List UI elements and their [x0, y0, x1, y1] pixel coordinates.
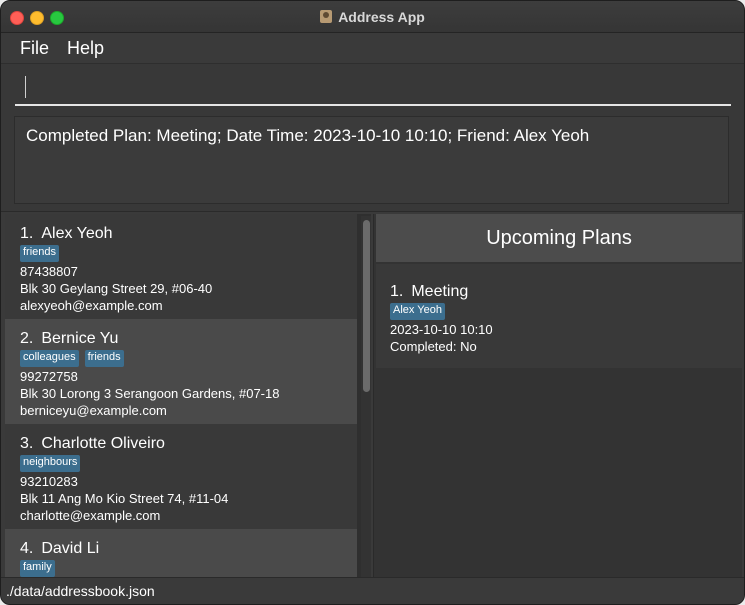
person-name: David Li: [41, 540, 100, 557]
tag-list: family: [20, 560, 342, 577]
tag-list: friends: [20, 245, 342, 262]
person-index: 4.: [20, 540, 34, 557]
app-window: Address App File Help Completed Plan: Me…: [0, 0, 745, 605]
person-phone: 87438807: [20, 264, 78, 279]
person-email: berniceyu@example.com: [20, 403, 167, 418]
tag-list: Alex Yeoh: [390, 303, 728, 320]
person-email: charlotte@example.com: [20, 508, 161, 523]
person-address: Blk 30 Geylang Street 29, #06-40: [20, 281, 213, 296]
person-name-row: 4. David Li: [20, 539, 342, 559]
person-card[interactable]: 2. Bernice Yu colleagues friends 99272758…: [5, 319, 357, 424]
person-name-row: 3. Charlotte Oliveiro: [20, 434, 342, 454]
person-card[interactable]: 3. Charlotte Oliveiro neighbours 93210283…: [5, 424, 357, 529]
plan-friend-tag: Alex Yeoh: [390, 303, 445, 320]
plans-header: Upcoming Plans: [376, 214, 742, 262]
person-email: alexyeoh@example.com: [20, 298, 163, 313]
text-caret: [25, 76, 26, 98]
window-title-wrap: Address App: [1, 1, 744, 32]
person-address: Blk 11 Ang Mo Kio Street 74, #11-04: [20, 491, 229, 506]
person-phone: 93210283: [20, 474, 78, 489]
plan-panel: Upcoming Plans 1. Meeting Alex Yeoh 2023-…: [373, 214, 742, 578]
window-title: Address App: [338, 8, 425, 25]
plan-name: Meeting: [411, 283, 469, 300]
person-address: Blk 30 Lorong 3 Serangoon Gardens, #07-1…: [20, 386, 280, 401]
plan-card[interactable]: 1. Meeting Alex Yeoh 2023-10-10 10:10 Com…: [376, 264, 742, 368]
person-name: Bernice Yu: [41, 330, 119, 347]
person-name: Alex Yeoh: [41, 225, 113, 242]
tag: family: [20, 560, 55, 577]
tag: neighbours: [20, 455, 81, 472]
person-index: 1.: [20, 225, 34, 242]
tag: friends: [20, 245, 60, 262]
tag: friends: [84, 350, 124, 367]
command-area: [1, 64, 744, 108]
menu-file[interactable]: File: [20, 38, 49, 59]
menu-help[interactable]: Help: [67, 38, 104, 59]
person-index: 2.: [20, 330, 34, 347]
main-content: 1. Alex Yeoh friends 87438807 Blk 30 Geyl…: [1, 211, 744, 578]
result-display: Completed Plan: Meeting; Date Time: 2023…: [14, 116, 729, 204]
person-list[interactable]: 1. Alex Yeoh friends 87438807 Blk 30 Geyl…: [5, 214, 371, 578]
person-card[interactable]: 1. Alex Yeoh friends 87438807 Blk 30 Geyl…: [5, 214, 357, 319]
app-icon: [320, 10, 333, 23]
status-bar: ./data/addressbook.json: [1, 577, 744, 604]
person-index: 3.: [20, 435, 34, 452]
tag-list: neighbours: [20, 455, 342, 472]
plan-completed: Completed: No: [390, 339, 477, 354]
status-path: ./data/addressbook.json: [6, 583, 155, 599]
plan-name-row: 1. Meeting: [390, 282, 728, 302]
person-name-row: 2. Bernice Yu: [20, 329, 342, 349]
tag: colleagues: [20, 350, 79, 367]
command-input[interactable]: [15, 72, 731, 106]
tag-list: colleagues friends: [20, 350, 342, 367]
result-text: Completed Plan: Meeting; Date Time: 2023…: [26, 126, 590, 145]
person-name: Charlotte Oliveiro: [41, 435, 165, 452]
person-name-row: 1. Alex Yeoh: [20, 224, 342, 244]
person-phone: 99272758: [20, 369, 78, 384]
person-card[interactable]: 4. David Li family: [5, 529, 357, 578]
plan-index: 1.: [390, 283, 404, 300]
menu-bar: File Help: [1, 33, 744, 64]
scrollbar-thumb[interactable]: [363, 220, 370, 392]
title-bar: Address App: [1, 1, 744, 33]
plan-datetime: 2023-10-10 10:10: [390, 322, 493, 337]
